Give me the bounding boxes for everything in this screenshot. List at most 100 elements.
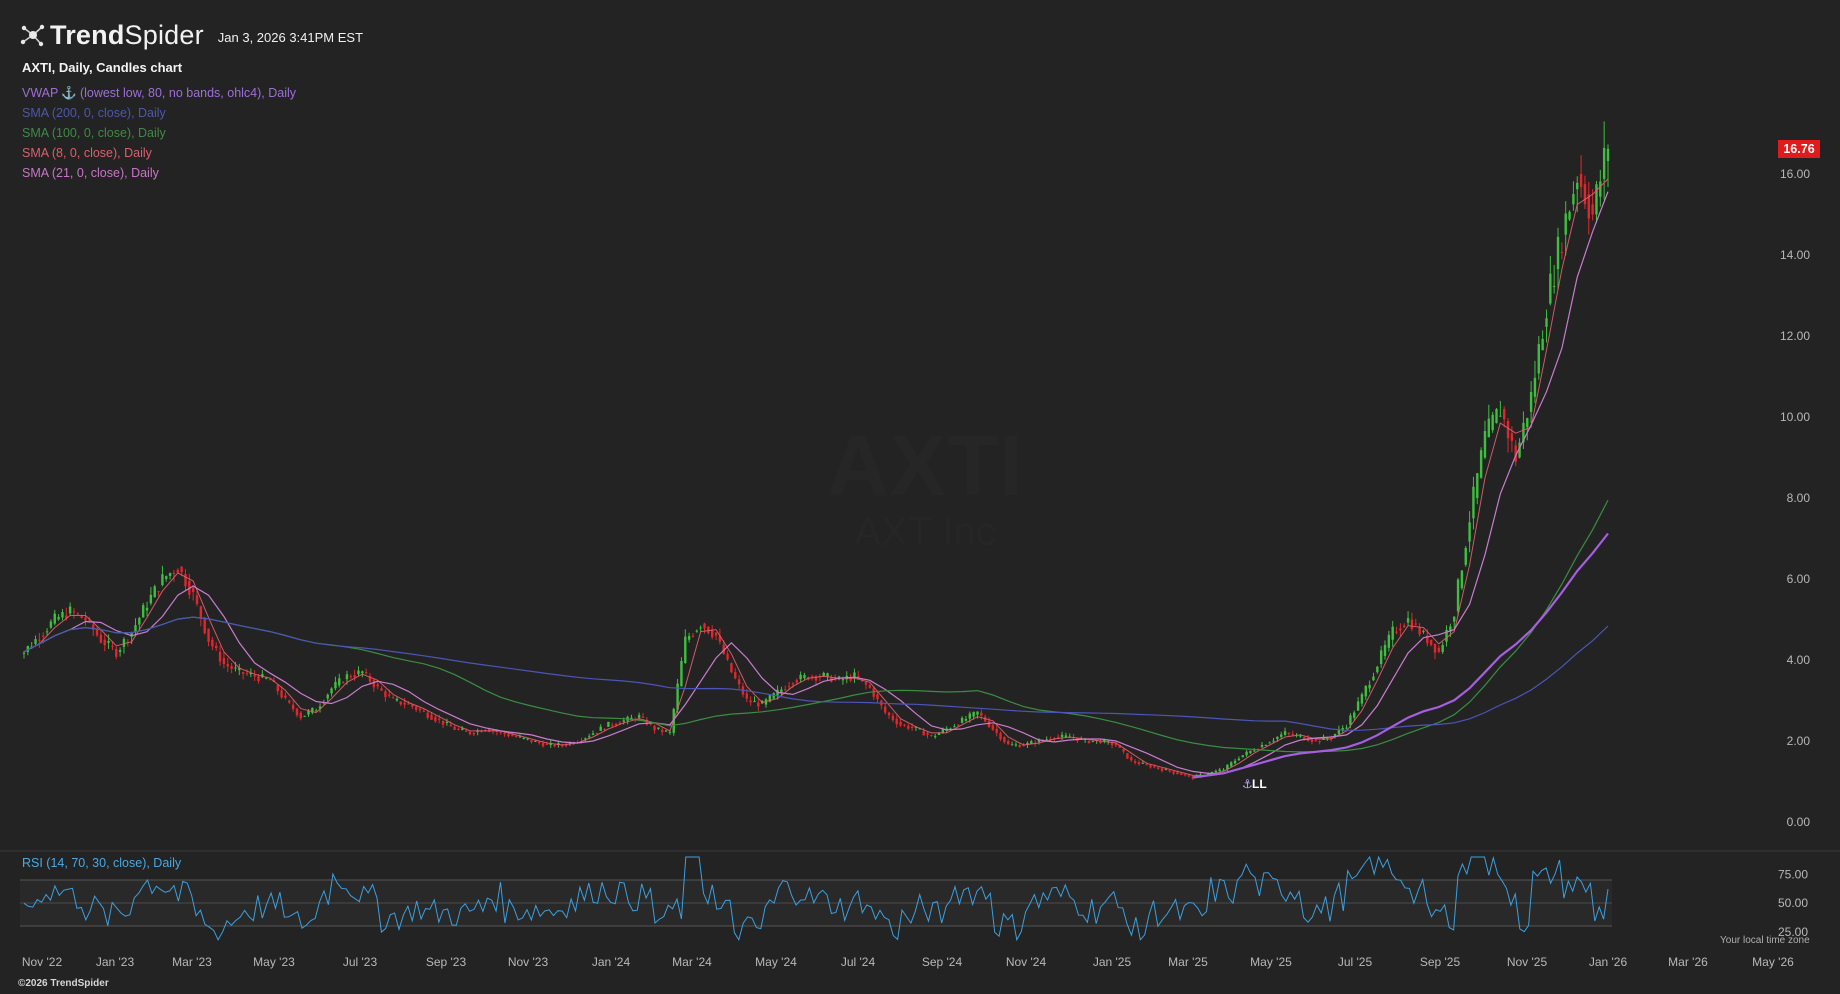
candle-body [276, 685, 279, 692]
candle-body [1418, 627, 1421, 635]
candle-body [341, 682, 345, 684]
candle-body [1349, 715, 1352, 725]
candle-body [407, 703, 410, 705]
candle-body [1549, 273, 1552, 304]
candle-body [1087, 741, 1091, 744]
candle-body [757, 702, 760, 707]
candle-body [1172, 771, 1175, 774]
time-tick-label: Sep '23 [426, 955, 467, 969]
candle-body [165, 576, 168, 579]
candle-body [930, 734, 933, 736]
candle-body [84, 617, 87, 621]
candle-body [203, 617, 206, 634]
candle-body [614, 723, 618, 726]
time-axis: Nov '22 Jan '23 Mar '23 May '23 Jul '23 Sep '… [22, 955, 1794, 969]
candle-body [1483, 431, 1487, 458]
price-tick-label: 6.00 [1787, 572, 1811, 586]
candle-body [703, 623, 706, 629]
rsi-legend[interactable]: RSI (14, 70, 30, close), Daily [22, 856, 181, 870]
candle-body [607, 721, 610, 727]
candle-body [1576, 182, 1579, 190]
candle-body [1591, 204, 1594, 215]
time-tick-label: Nov '24 [1006, 955, 1047, 969]
candle-body [1414, 623, 1417, 625]
candle-body [522, 737, 526, 739]
candle-body [1114, 744, 1118, 746]
candle-body [507, 733, 510, 737]
candle-body [749, 700, 752, 703]
candle-body [211, 639, 214, 647]
candle-body [1164, 769, 1168, 771]
candle-body [876, 694, 879, 700]
candle-body [295, 708, 299, 716]
candle-body [426, 712, 429, 718]
candle-body [714, 632, 718, 636]
price-axis: 0.00 2.00 4.00 6.00 8.00 10.00 12.00 14.00 16.00 [1780, 167, 1810, 829]
candle-body [1168, 770, 1171, 772]
candle-body [687, 636, 691, 640]
candle-body [641, 716, 645, 718]
candle-body [1291, 733, 1294, 736]
candle-body [1376, 666, 1379, 673]
candle-body [153, 586, 156, 598]
candle-body [445, 722, 449, 724]
candle-body [964, 718, 968, 721]
candle-body [1372, 676, 1375, 681]
candle-body [664, 730, 668, 732]
candle-body [76, 613, 80, 615]
candle-body [145, 607, 149, 611]
candle-body [176, 569, 179, 573]
candle-body [933, 736, 937, 738]
candle-body [926, 732, 929, 736]
candle-body [1368, 684, 1371, 689]
candle-body [1487, 418, 1491, 438]
local-time-zone-note[interactable]: Your local time zone [1720, 935, 1810, 946]
candle-body [434, 716, 437, 722]
candle-body [399, 701, 402, 705]
candle-body [653, 725, 656, 731]
candle-body [1160, 768, 1164, 771]
watermark-symbol: AXTI [827, 418, 1023, 514]
candle-body [953, 726, 956, 728]
price-chart[interactable]: AXTI AXT Inc 0.00 2.00 4.00 6.00 8.00 10.00 12… [0, 0, 1840, 994]
candle-body [438, 718, 441, 720]
candle-body [1399, 628, 1402, 631]
candle-body [1476, 473, 1479, 498]
candle-body [745, 693, 748, 699]
candle-body [1579, 174, 1583, 188]
candle-body [895, 718, 898, 725]
candle-body [168, 573, 172, 576]
candle-body [172, 572, 176, 575]
candle-body [1233, 760, 1237, 764]
candle-body [1318, 741, 1321, 742]
candle-body [1314, 739, 1318, 741]
candle-body [1268, 742, 1271, 744]
candle-body [1010, 744, 1014, 746]
candle-body [1145, 764, 1148, 766]
candle-body [899, 721, 902, 726]
candle-body [1280, 734, 1283, 737]
candle-body [1599, 181, 1602, 197]
candle-body [61, 612, 64, 618]
candle-body [1060, 734, 1064, 737]
candle-body [1583, 184, 1587, 205]
candle-body [603, 728, 606, 730]
candle-body [1183, 774, 1187, 776]
candle-body [1141, 762, 1144, 764]
candle-body [891, 715, 895, 720]
candle-body [1214, 770, 1218, 773]
vwap-anchor-marker[interactable]: ⚓ LL [1242, 777, 1267, 791]
candle-body [441, 720, 445, 725]
candle-body [611, 724, 614, 726]
candle-body [1264, 744, 1268, 746]
candle-body [1245, 751, 1248, 756]
candle-body [1456, 579, 1460, 612]
candle-body [99, 634, 103, 643]
price-tick-label: 10.00 [1780, 410, 1810, 424]
candle-body [103, 639, 106, 646]
candle-body [826, 673, 829, 677]
candle-body [218, 651, 222, 662]
candle-body [907, 725, 910, 729]
candles [22, 121, 1610, 781]
candle-body [518, 736, 522, 738]
